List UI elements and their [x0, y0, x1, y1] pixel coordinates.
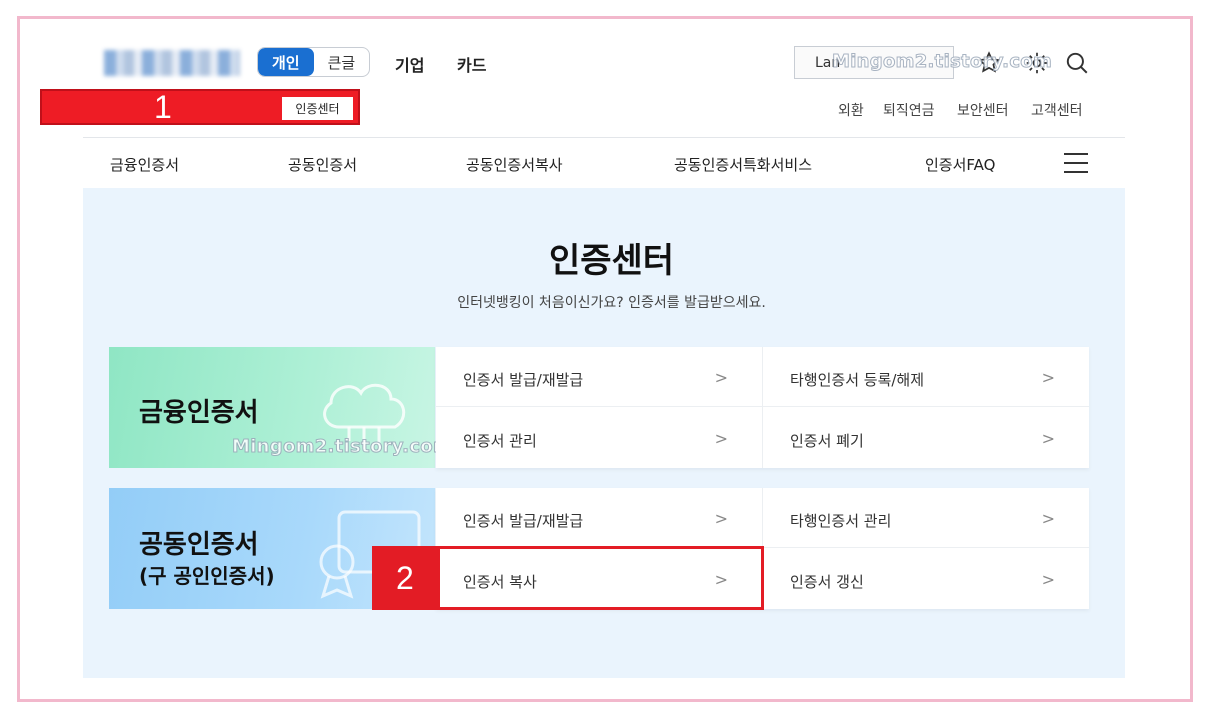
- bank-logo[interactable]: [104, 50, 240, 76]
- annotation-number-1: 1: [154, 89, 172, 125]
- link-other-bank-manage[interactable]: 타행인증서 관리 >: [763, 488, 1089, 548]
- chevron-right-icon: >: [1041, 368, 1055, 387]
- menu-icon[interactable]: [1064, 153, 1088, 173]
- chevron-right-icon: >: [714, 429, 728, 448]
- nav-business[interactable]: 기업: [395, 52, 424, 76]
- section-title: 금융인증서: [139, 398, 259, 428]
- cert-center-link[interactable]: 인증센터: [282, 97, 353, 120]
- link-label: 인증서 발급/재발급: [463, 371, 584, 389]
- chevron-right-icon: >: [1041, 570, 1055, 589]
- link-cert-renew[interactable]: 인증서 갱신 >: [763, 549, 1089, 609]
- link-label: 타행인증서 관리: [790, 512, 892, 530]
- gnb-joint-cert[interactable]: 공동인증서: [288, 154, 357, 175]
- mode-toggle[interactable]: 개인 큰글: [257, 47, 371, 77]
- nav-card[interactable]: 카드: [457, 52, 486, 76]
- search-icon[interactable]: [1064, 50, 1090, 76]
- page-title: 인증센터: [548, 241, 675, 281]
- link-label: 인증서 갱신: [790, 573, 864, 591]
- column-divider: [762, 347, 763, 468]
- link-label: 인증서 관리: [463, 432, 537, 450]
- chevron-right-icon: >: [1041, 509, 1055, 528]
- link-issue-reissue[interactable]: 인증서 발급/재발급 >: [436, 488, 762, 548]
- gnb-cert-faq[interactable]: 인증서FAQ: [925, 154, 995, 175]
- section-financial-cert-links: 인증서 발급/재발급 > 타행인증서 등록/해제 > 인증서 관리 > 인증서 …: [436, 347, 1089, 468]
- tab-personal[interactable]: 개인: [258, 48, 314, 76]
- gnb-cert-copy[interactable]: 공동인증서복사: [466, 154, 563, 175]
- page-subtitle: 인터넷뱅킹이 처음이신가요? 인증서를 발급받으세요.: [457, 295, 766, 311]
- chevron-right-icon: >: [1041, 429, 1055, 448]
- link-cert-revoke[interactable]: 인증서 폐기 >: [763, 408, 1089, 468]
- section-title: 공동인증서: [139, 530, 259, 560]
- util-link-customer[interactable]: 고객센터: [1031, 100, 1083, 120]
- section-subtitle: (구 공인인증서): [139, 564, 275, 588]
- link-cert-manage[interactable]: 인증서 관리 >: [436, 408, 762, 468]
- link-label: 인증서 폐기: [790, 432, 864, 450]
- header-divider: [83, 137, 1125, 138]
- annotation-number-2: 2: [396, 560, 414, 596]
- link-other-bank-register[interactable]: 타행인증서 등록/해제 >: [763, 347, 1089, 407]
- annotation-box-2: [372, 546, 764, 610]
- watermark: Mingom2.tistory.com: [831, 51, 1053, 73]
- util-link-pension[interactable]: 퇴직연금: [883, 100, 935, 120]
- link-label: 인증서 발급/재발급: [463, 512, 584, 530]
- link-label: 타행인증서 등록/해제: [790, 371, 925, 389]
- gnb-cert-special[interactable]: 공동인증서특화서비스: [674, 154, 812, 175]
- link-issue-reissue[interactable]: 인증서 발급/재발급 >: [436, 347, 762, 407]
- watermark: Mingom2.tistory.com: [231, 436, 453, 458]
- util-link-fx[interactable]: 외환: [838, 100, 864, 120]
- chevron-right-icon: >: [714, 368, 728, 387]
- tab-large-text[interactable]: 큰글: [314, 48, 370, 76]
- gnb-financial-cert[interactable]: 금융인증서: [110, 154, 179, 175]
- chevron-right-icon: >: [714, 509, 728, 528]
- util-link-security[interactable]: 보안센터: [957, 100, 1009, 120]
